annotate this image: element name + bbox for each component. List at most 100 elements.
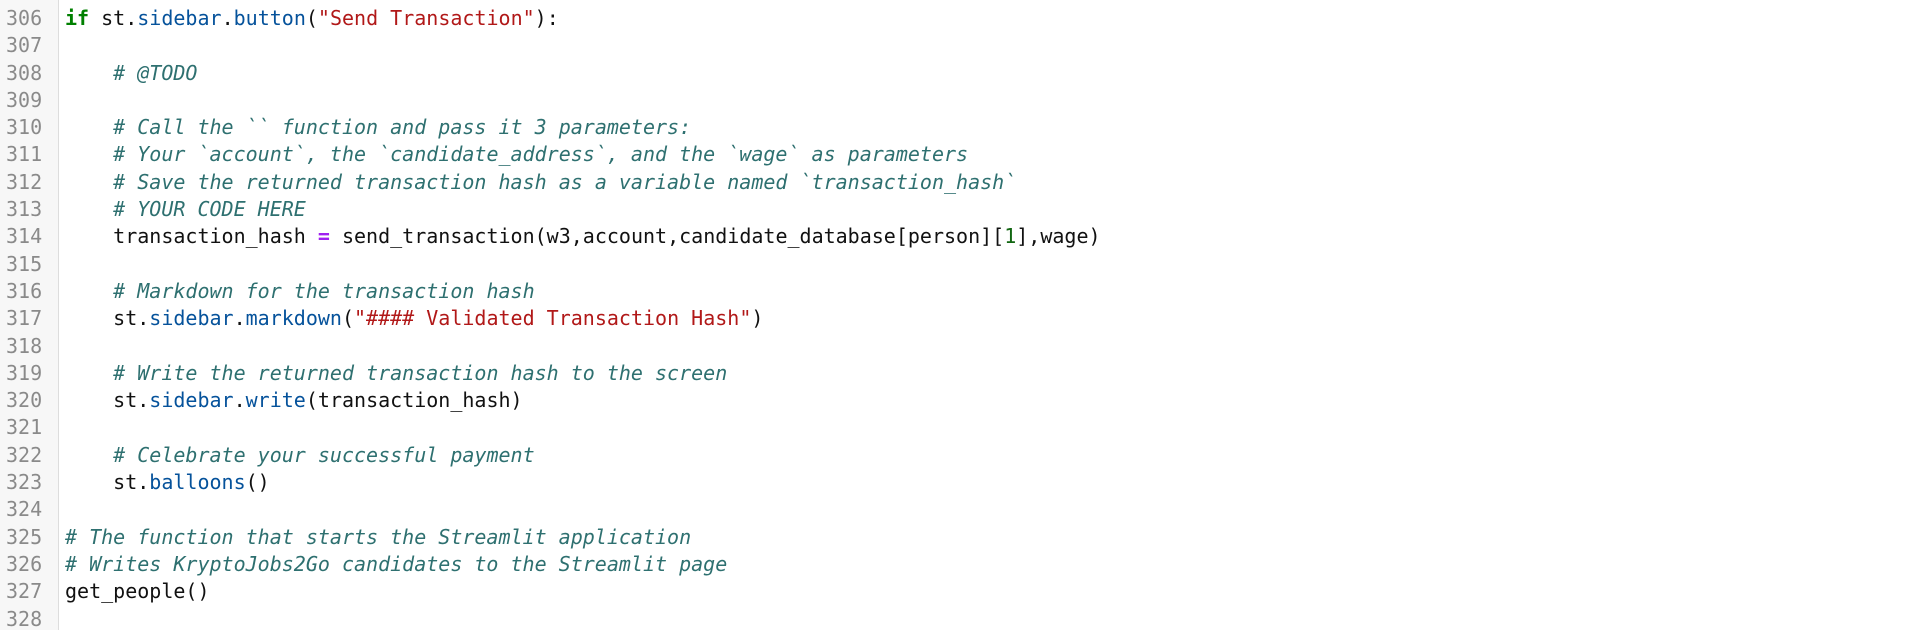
code-line[interactable]: 322 # Celebrate your successful payment [0, 442, 1930, 469]
line-number: 319 [6, 360, 43, 385]
line-number: 327 [6, 579, 43, 604]
line-number: 326 [6, 551, 43, 576]
line-number: 310 [6, 115, 43, 140]
comment-token: # Write the returned transaction hash to… [113, 360, 728, 385]
code-lines: 306 if st.sidebar.button("Send Transactio… [0, 5, 1930, 633]
code-line[interactable]: 314 transaction_hash = send_transaction(… [0, 223, 1930, 250]
comment-token: # Writes KryptoJobs2Go candidates to the… [65, 551, 728, 576]
line-number: 317 [6, 306, 43, 331]
code-line[interactable]: 327 get_people() [0, 578, 1930, 605]
line-number: 325 [6, 524, 43, 549]
code-text: st.sidebar.write(transaction_hash) [58, 387, 523, 414]
code-token: ): [534, 6, 559, 30]
comment-token: # Celebrate your successful payment [113, 442, 535, 467]
code-text: st.sidebar.markdown("#### Validated Tran… [58, 305, 763, 332]
code-text: if st.sidebar.button("Send Transaction")… [58, 5, 559, 32]
code-token: ],wage) [1016, 224, 1101, 249]
code-token: . [233, 306, 246, 331]
line-number: 316 [6, 278, 43, 303]
code-line[interactable]: 323 st.balloons() [0, 469, 1930, 496]
code-token: transaction_hash [65, 224, 318, 249]
code-text: transaction_hash = send_transaction(w3,a… [58, 223, 1101, 250]
code-text: # @TODO [58, 60, 197, 87]
number-token: 1 [1004, 224, 1017, 249]
comment-token: # Markdown for the transaction hash [113, 278, 535, 303]
code-editor[interactable]: 306 if st.sidebar.button("Send Transactio… [0, 0, 1930, 633]
code-line[interactable]: 309 [0, 87, 1930, 114]
code-token: ) [751, 306, 764, 331]
code-text: # Call the `` function and pass it 3 par… [58, 114, 691, 141]
code-line[interactable]: 328 [0, 606, 1930, 633]
code-text: # The function that starts the Streamlit… [58, 524, 691, 551]
code-token: get_people() [65, 579, 210, 604]
code-line[interactable]: 320 st.sidebar.write(transaction_hash) [0, 387, 1930, 414]
code-token: () [245, 470, 270, 495]
code-line[interactable]: 317 st.sidebar.markdown("#### Validated … [0, 305, 1930, 332]
line-number: 311 [6, 142, 43, 167]
code-token: st. [65, 388, 150, 413]
line-number: 312 [6, 169, 43, 194]
code-token: send_transaction(w3,account,candidate_da… [329, 224, 1005, 249]
line-number: 322 [6, 442, 43, 467]
attribute-token: write [245, 388, 306, 413]
attribute-token: sidebar [149, 388, 234, 413]
code-token: st. [65, 306, 150, 331]
code-line[interactable]: 319 # Write the returned transaction has… [0, 360, 1930, 387]
code-line[interactable]: 308 # @TODO [0, 60, 1930, 87]
line-number: 306 [6, 6, 43, 30]
comment-token: # Call the `` function and pass it 3 par… [113, 115, 692, 140]
comment-token: # @TODO [113, 60, 198, 85]
line-number: 324 [6, 497, 43, 522]
code-token: (transaction_hash) [305, 388, 523, 413]
line-number: 313 [6, 197, 43, 222]
code-line[interactable]: 313 # YOUR CODE HERE [0, 196, 1930, 223]
string-token: "#### Validated Transaction Hash" [354, 306, 752, 331]
code-line[interactable]: 306 if st.sidebar.button("Send Transactio… [0, 5, 1930, 32]
comment-token: # Your `account`, the `candidate_address… [113, 142, 969, 167]
code-line[interactable]: 307 [0, 32, 1930, 59]
comment-token: # Save the returned transaction hash as … [113, 169, 1017, 194]
keyword-token: if [65, 6, 90, 30]
code-line[interactable]: 321 [0, 414, 1930, 441]
code-text: # Writes KryptoJobs2Go candidates to the… [58, 551, 727, 578]
code-line[interactable]: 325 # The function that starts the Stream… [0, 524, 1930, 551]
code-line[interactable]: 310 # Call the `` function and pass it 3… [0, 114, 1930, 141]
code-token: . [221, 6, 234, 30]
code-text: # Markdown for the transaction hash [58, 278, 535, 305]
code-token: ( [341, 306, 355, 331]
line-number: 323 [6, 470, 43, 495]
code-line[interactable]: 316 # Markdown for the transaction hash [0, 278, 1930, 305]
code-line[interactable]: 315 [0, 251, 1930, 278]
code-line[interactable]: 324 [0, 496, 1930, 523]
line-number: 328 [6, 606, 43, 631]
line-number: 308 [6, 60, 43, 85]
code-text: # Write the returned transaction hash to… [58, 360, 727, 387]
code-line[interactable]: 326 # Writes KryptoJobs2Go candidates to … [0, 551, 1930, 578]
code-line[interactable]: 318 [0, 333, 1930, 360]
code-text: # YOUR CODE HERE [58, 196, 306, 223]
comment-token: # YOUR CODE HERE [113, 197, 306, 222]
attribute-token: markdown [245, 306, 342, 331]
line-number: 321 [6, 415, 43, 440]
code-line[interactable]: 311 # Your `account`, the `candidate_add… [0, 141, 1930, 168]
attribute-token: button [233, 6, 306, 30]
code-line[interactable]: 312 # Save the returned transaction hash… [0, 169, 1930, 196]
line-number: 315 [6, 251, 43, 276]
string-token: "Send Transaction" [317, 6, 535, 30]
code-text: # Your `account`, the `candidate_address… [58, 141, 968, 168]
